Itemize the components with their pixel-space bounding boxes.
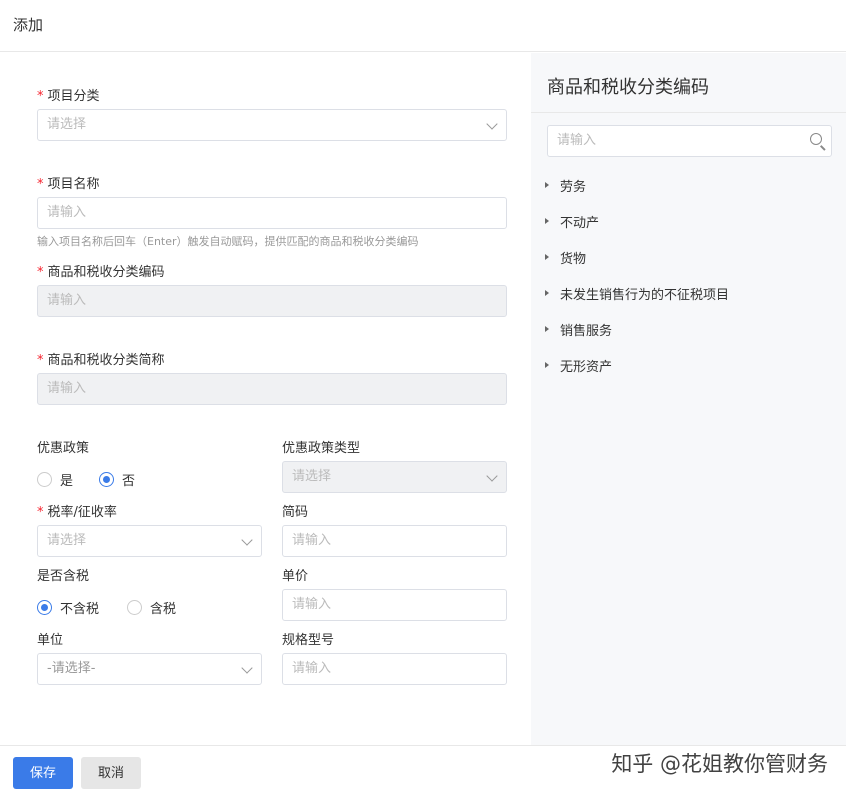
unit-select[interactable]: -请选择- — [37, 653, 262, 685]
watermark: 知乎 @花姐教你管财务 — [611, 752, 828, 776]
divider — [531, 112, 846, 113]
tax-rate-select[interactable]: 请选择 — [37, 525, 262, 557]
tree-item[interactable]: 无形资产 — [545, 347, 729, 383]
category-label: * 项目分类 — [37, 89, 100, 104]
save-button[interactable]: 保存 — [13, 757, 73, 789]
spec-label: 规格型号 — [282, 633, 335, 648]
chevron-down-icon — [241, 534, 253, 546]
tax-short-input: 请输入 — [37, 373, 507, 405]
cancel-button[interactable]: 取消 — [81, 757, 141, 789]
preferential-label: 优惠政策 — [37, 441, 90, 456]
tree-item[interactable]: 不动产 — [545, 203, 729, 239]
name-label: * 项目名称 — [37, 177, 100, 192]
spec-input[interactable]: 请输入 — [282, 653, 507, 685]
tree-item[interactable]: 未发生销售行为的不征税项目 — [545, 275, 729, 311]
panel-title: 商品和税收分类编码 — [547, 77, 709, 98]
tree-item[interactable]: 劳务 — [545, 167, 729, 203]
caret-right-icon[interactable] — [545, 254, 549, 260]
caret-right-icon[interactable] — [545, 290, 549, 296]
caret-right-icon[interactable] — [545, 182, 549, 188]
tree-item[interactable]: 货物 — [545, 239, 729, 275]
panel-search-input[interactable]: 请输入 — [547, 125, 832, 157]
tree-item[interactable]: 销售服务 — [545, 311, 729, 347]
search-icon[interactable] — [810, 133, 822, 145]
caret-right-icon[interactable] — [545, 362, 549, 368]
preferential-yes-radio[interactable]: 是 — [37, 470, 73, 489]
dialog-footer: 保存 取消 知乎 @花姐教你管财务 — [0, 745, 846, 791]
tax-short-label: * 商品和税收分类简称 — [37, 353, 165, 368]
category-tree: 劳务 不动产 货物 未发生销售行为的不征税项目 销售服务 无形资产 — [545, 167, 729, 383]
caret-right-icon[interactable] — [545, 218, 549, 224]
tax-code-label: * 商品和税收分类编码 — [37, 265, 165, 280]
dialog-title: 添加 — [0, 0, 846, 52]
short-code-label: 简码 — [282, 505, 309, 520]
unit-label: 单位 — [37, 633, 64, 648]
preferential-no-radio[interactable]: 否 — [99, 470, 135, 489]
short-code-input[interactable]: 请输入 — [282, 525, 507, 557]
chevron-down-icon — [486, 118, 498, 130]
name-input[interactable]: 请输入 — [37, 197, 507, 229]
preferential-type-select: 请选择 — [282, 461, 507, 493]
chevron-down-icon — [241, 662, 253, 674]
tax-excluded-radio[interactable]: 不含税 — [37, 598, 99, 617]
tax-code-panel: 商品和税收分类编码 请输入 劳务 不动产 货物 未发生销售行为的不征税项目 销售… — [531, 53, 846, 745]
tax-rate-label: * 税率/征收率 — [37, 505, 117, 520]
unit-price-label: 单价 — [282, 569, 309, 584]
form: * 项目分类 请选择 * 项目名称 请输入 输入项目名称后回车（Enter）触发自动… — [0, 53, 531, 745]
tax-included-label: 是否含税 — [37, 569, 90, 584]
chevron-down-icon — [486, 470, 498, 482]
tax-included-radio[interactable]: 含税 — [127, 598, 176, 617]
preferential-type-label: 优惠政策类型 — [282, 441, 361, 456]
caret-right-icon[interactable] — [545, 326, 549, 332]
tax-code-input: 请输入 — [37, 285, 507, 317]
unit-price-input[interactable]: 请输入 — [282, 589, 507, 621]
category-select[interactable]: 请选择 — [37, 109, 507, 141]
name-hint: 输入项目名称后回车（Enter）触发自动赋码，提供匹配的商品和税收分类编码 — [37, 235, 419, 248]
